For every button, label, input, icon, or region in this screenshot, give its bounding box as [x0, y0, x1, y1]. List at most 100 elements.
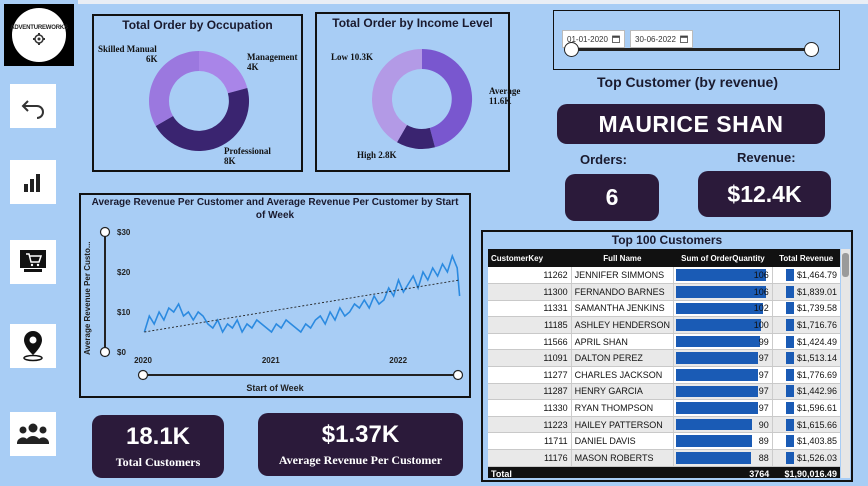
quantity-bar — [676, 302, 763, 315]
quantity-value: 97 — [758, 386, 769, 397]
table-scrollbar[interactable] — [841, 249, 850, 478]
revenue-bar — [785, 335, 794, 348]
quantity-value: 102 — [753, 303, 769, 314]
cell-revenue: $1,424.49 — [771, 333, 840, 351]
cell-revenue: $1,513.14 — [771, 349, 840, 368]
cell-customerkey: 11176 — [488, 449, 572, 467]
slider-end-handle[interactable] — [804, 42, 819, 57]
total-label: Total — [488, 466, 572, 478]
avg-revenue-card: $1.37K Average Revenue Per Customer — [258, 413, 463, 476]
bar-chart-nav-button[interactable] — [10, 160, 56, 204]
cell-customerkey: 11223 — [488, 416, 572, 434]
end-date-input[interactable]: 30-06-2022 — [630, 30, 693, 48]
donut-slice-professional — [155, 88, 250, 152]
cell-orderquantity: 97 — [673, 366, 773, 384]
cell-revenue: $1,615.66 — [771, 416, 840, 434]
revenue-label: Revenue: — [737, 150, 796, 165]
top-customer-name: MAURICE SHAN — [598, 110, 784, 137]
top-customer-name-card: MAURICE SHAN — [557, 104, 825, 144]
quantity-value: 97 — [758, 369, 769, 380]
cell-revenue: $1,464.79 — [771, 267, 840, 285]
cell-fullname: SAMANTHA JENKINS — [570, 300, 674, 318]
quantity-bar — [676, 452, 751, 464]
col-header-revenue[interactable]: Total Revenue — [772, 249, 840, 267]
y-axis-label-wrap: Average Revenue Per Custo... — [79, 241, 111, 355]
table-row[interactable]: 11262 JENNIFER SIMMONS 106 $1,464.79 — [488, 267, 840, 285]
cell-orderquantity: 102 — [673, 300, 773, 318]
table-scrollbar-thumb[interactable] — [842, 253, 849, 277]
occupation-donut-panel: Total Order by Occupation Skilled Manual… — [92, 14, 303, 172]
top-strip — [0, 0, 868, 4]
table-row[interactable]: 11091 DALTON PEREZ 97 $1,513.14 — [488, 349, 840, 368]
shopping-cart-icon — [20, 250, 46, 272]
avg-revenue-label: Average Revenue Per Customer — [278, 453, 443, 467]
total-qty: 3764 — [673, 466, 773, 478]
revenue-bar — [785, 302, 794, 315]
col-header-customerkey[interactable]: CustomerKey — [488, 249, 572, 267]
series-line-avg-revenue — [143, 253, 461, 334]
cell-customerkey: 11331 — [488, 300, 572, 318]
cell-customerkey: 11185 — [488, 316, 572, 334]
top-customers-table: CustomerKey Full Name Sum of OrderQuanti… — [488, 249, 840, 478]
col-header-orderquantity[interactable]: Sum of OrderQuantity — [673, 249, 773, 267]
cell-revenue: $1,403.85 — [771, 432, 840, 451]
quantity-value: 106 — [753, 270, 769, 281]
revenue-value: $1,442.96 — [796, 386, 837, 397]
col-header-fullname[interactable]: Full Name — [571, 249, 674, 267]
cell-fullname: JENNIFER SIMMONS — [570, 267, 674, 285]
total-revenue: $1,90,016.49 — [772, 466, 840, 478]
y-axis-label: Average Revenue Per Custo... — [83, 241, 92, 355]
quantity-bar — [676, 385, 759, 398]
occupation-label-professional: Professional 8K — [224, 146, 271, 166]
table-total-row: Total 3764 $1,90,016.49 — [488, 466, 840, 478]
cell-revenue: $1,839.01 — [771, 283, 840, 301]
line-chart-panel: Average Revenue Per Customer and Average… — [79, 193, 471, 398]
revenue-value: $1,513.14 — [796, 353, 837, 364]
cell-fullname: RYAN THOMPSON — [570, 399, 674, 417]
cell-revenue: $1,716.76 — [771, 316, 840, 334]
map-nav-button[interactable] — [10, 324, 56, 368]
cell-customerkey: 11711 — [488, 432, 572, 451]
table-row[interactable]: 11287 HENRY GARCIA 97 $1,442.96 — [488, 383, 840, 401]
cell-fullname: ASHLEY HENDERSON — [570, 316, 674, 334]
logo: ADVENTUREWORKS — [4, 4, 74, 66]
label-value: 4K — [247, 62, 259, 72]
y-tick-label: $20 — [117, 268, 131, 277]
quantity-value: 97 — [758, 403, 769, 414]
table-row[interactable]: 11277 CHARLES JACKSON 97 $1,776.69 — [488, 366, 840, 384]
table-row[interactable]: 11300 FERNANDO BARNES 106 $1,839.01 — [488, 283, 840, 301]
revenue-value: $1,464.79 — [796, 270, 837, 281]
cell-revenue: $1,739.58 — [771, 300, 840, 318]
total-customers-card: 18.1K Total Customers — [92, 415, 224, 478]
cell-fullname: HENRY GARCIA — [570, 383, 674, 401]
sales-nav-button[interactable] — [10, 240, 56, 284]
table-row[interactable]: 11176 MASON ROBERTS 88 $1,526.03 — [488, 449, 840, 467]
income-donut-panel: Total Order by Income Level Low 10.3K Av… — [315, 12, 520, 172]
label-text: Skilled Manual — [98, 44, 157, 54]
quantity-value: 88 — [758, 452, 769, 463]
slider-start-handle[interactable] — [564, 42, 579, 57]
x-tick-label: 2022 — [389, 356, 407, 365]
table-row[interactable]: 11223 HAILEY PATTERSON 90 $1,615.66 — [488, 416, 840, 434]
table-row[interactable]: 11711 DANIEL DAVIS 89 $1,403.85 — [488, 432, 840, 451]
x-range-handle-end — [452, 369, 464, 381]
total-customers-value: 18.1K — [125, 423, 191, 450]
occupation-label-skilled: Skilled Manual 6K — [98, 44, 158, 64]
revenue-value: $1,839.01 — [796, 286, 837, 297]
revenue-value: $1,716.76 — [796, 320, 837, 331]
table-row[interactable]: 11566 APRIL SHAN 99 $1,424.49 — [488, 333, 840, 351]
income-label-high: High 2.8K — [357, 150, 397, 160]
slider-track — [570, 48, 814, 51]
table-row[interactable]: 11330 RYAN THOMPSON 97 $1,596.61 — [488, 399, 840, 417]
table-row[interactable]: 11331 SAMANTHA JENKINS 102 $1,739.58 — [488, 300, 840, 318]
customers-nav-button[interactable] — [10, 412, 56, 456]
revenue-bar — [785, 435, 794, 448]
income-label-low: Low 10.3K — [331, 52, 374, 62]
revenue-value: $1,403.85 — [796, 436, 837, 447]
revenue-bar — [785, 418, 794, 431]
back-button[interactable] — [10, 84, 56, 128]
quantity-bar — [676, 286, 766, 298]
table-row[interactable]: 11185 ASHLEY HENDERSON 100 $1,716.76 — [488, 316, 840, 334]
revenue-bar — [785, 385, 794, 398]
table-header-row: CustomerKey Full Name Sum of OrderQuanti… — [488, 249, 840, 267]
